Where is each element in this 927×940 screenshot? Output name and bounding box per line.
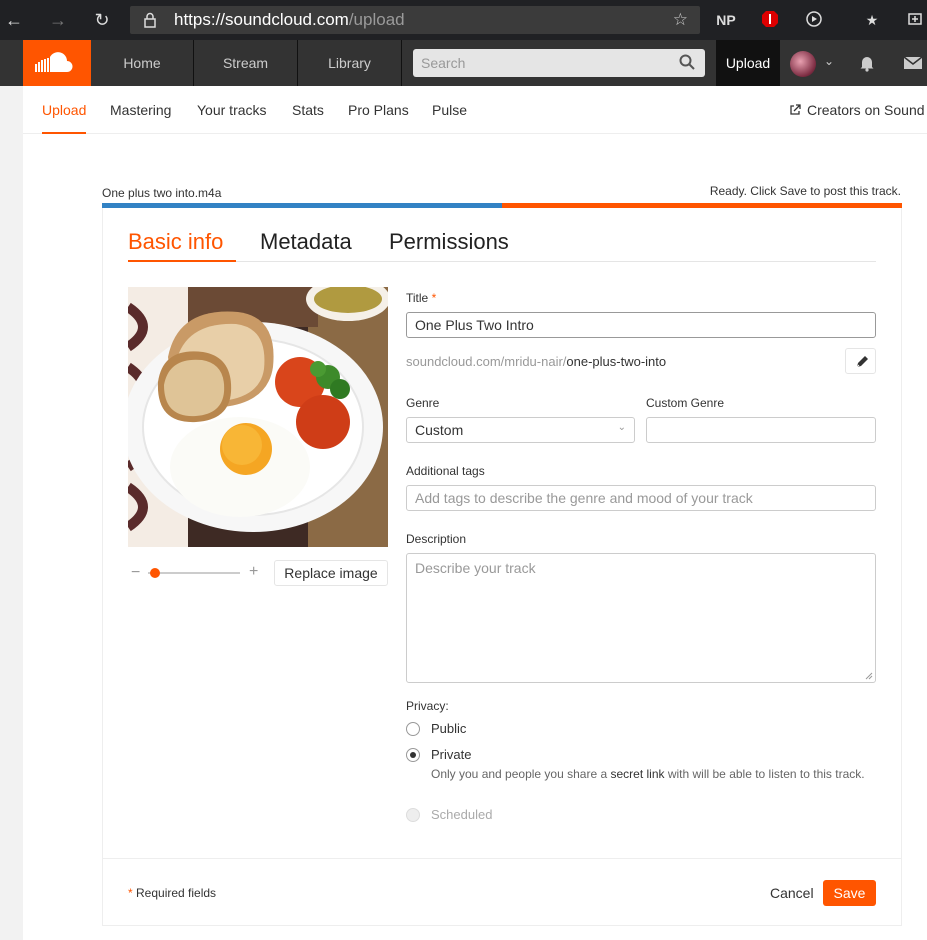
upload-subnav: Upload Mastering Your tracks Stats Pro P… — [23, 86, 927, 134]
description-placeholder: Describe your track — [415, 560, 536, 576]
privacy-public-label[interactable]: Public — [431, 721, 466, 736]
tags-placeholder: Add tags to describe the genre and mood … — [415, 490, 753, 506]
mail-icon[interactable] — [903, 55, 923, 71]
tab-metadata[interactable]: Metadata — [260, 229, 352, 255]
nav-library[interactable]: Library — [298, 40, 402, 86]
bookmark-star-icon[interactable]: ☆ — [673, 10, 688, 30]
address-bar[interactable]: https://soundcloud.com/upload ☆ — [130, 6, 700, 34]
search-icon[interactable] — [679, 54, 695, 70]
media-extension-icon[interactable] — [804, 10, 824, 30]
edit-permalink-button[interactable] — [845, 348, 876, 374]
zoom-slider-handle[interactable] — [150, 568, 160, 578]
subnav-your-tracks[interactable]: Your tracks — [197, 102, 267, 118]
tab-permissions[interactable]: Permissions — [389, 229, 509, 255]
upload-button[interactable]: Upload — [716, 40, 780, 86]
search-placeholder: Search — [421, 55, 466, 71]
chevron-down-icon: ⌄ — [617, 422, 626, 433]
privacy-note-text-2: with will be able to listen to this trac… — [664, 767, 865, 781]
lock-icon — [144, 12, 156, 28]
title-input[interactable]: One Plus Two Intro — [406, 312, 876, 338]
creators-link-label: Creators on Sound — [807, 102, 925, 118]
genre-select[interactable]: Custom ⌄ — [406, 417, 635, 443]
zoom-slider[interactable] — [148, 572, 240, 574]
permalink-slug[interactable]: one-plus-two-into — [566, 354, 666, 369]
required-fields-text: Required fields — [136, 886, 217, 900]
required-asterisk: * — [431, 291, 437, 305]
footer-divider — [102, 858, 902, 859]
track-artwork-image — [128, 287, 388, 547]
browser-toolbar: ← → ↻ https://soundcloud.com/upload ☆ NP… — [0, 0, 927, 40]
privacy-public-radio[interactable] — [406, 722, 420, 736]
privacy-label: Privacy: — [406, 699, 449, 713]
url-base: https://soundcloud.com — [174, 10, 349, 29]
url-path: /upload — [348, 10, 405, 29]
genre-label: Genre — [406, 396, 440, 410]
replace-image-button[interactable]: Replace image — [274, 560, 388, 586]
subnav-pro-plans[interactable]: Pro Plans — [348, 102, 409, 118]
tags-label: Additional tags — [406, 464, 485, 478]
np-extension-icon[interactable]: NP — [716, 10, 736, 30]
subnav-mastering[interactable]: Mastering — [110, 102, 171, 118]
subnav-upload[interactable]: Upload — [42, 102, 86, 118]
nav-home[interactable]: Home — [91, 40, 194, 86]
title-label: Title * — [406, 291, 436, 305]
resize-grip-icon[interactable] — [865, 672, 873, 680]
bell-icon[interactable] — [858, 54, 876, 72]
save-button[interactable]: Save — [823, 880, 876, 906]
avatar[interactable] — [790, 51, 816, 77]
tags-input[interactable]: Add tags to describe the genre and mood … — [406, 485, 876, 511]
privacy-scheduled-radio — [406, 808, 420, 822]
search-input[interactable]: Search — [413, 49, 705, 77]
privacy-note: Only you and people you share a secret l… — [431, 768, 881, 781]
creators-link[interactable]: Creators on Sound — [789, 102, 925, 118]
chevron-down-icon[interactable]: ⌄ — [824, 54, 834, 68]
adblock-icon[interactable] — [760, 10, 780, 30]
zoom-out-icon[interactable]: − — [131, 564, 140, 582]
description-label: Description — [406, 532, 467, 546]
tab-basic-info[interactable]: Basic info — [128, 229, 223, 255]
custom-genre-input[interactable] — [646, 417, 876, 443]
nav-stream[interactable]: Stream — [194, 40, 298, 86]
collections-icon[interactable] — [905, 10, 925, 30]
pencil-icon — [856, 356, 868, 368]
zoom-in-icon[interactable]: + — [249, 563, 258, 581]
favorites-icon[interactable]: ★ — [862, 10, 882, 30]
subnav-pulse[interactable]: Pulse — [432, 102, 467, 118]
forward-icon[interactable]: → — [46, 8, 70, 32]
back-icon[interactable]: ← — [2, 8, 26, 32]
privacy-scheduled-label: Scheduled — [431, 807, 493, 822]
subnav-stats[interactable]: Stats — [292, 102, 324, 118]
required-asterisk: * — [128, 886, 133, 900]
required-fields-note: * Required fields — [128, 886, 216, 900]
secret-link-text: secret link — [610, 767, 665, 781]
external-link-icon — [790, 104, 801, 115]
genre-selected-value: Custom — [415, 422, 464, 438]
reload-icon[interactable]: ↻ — [90, 8, 114, 32]
upload-status: Ready. Click Save to post this track. — [709, 184, 901, 198]
privacy-note-text-1: Only you and people you share a — [431, 767, 611, 781]
permalink: soundcloud.com/mridu-nair/one-plus-two-i… — [406, 354, 666, 369]
soundcloud-logo[interactable] — [23, 40, 91, 86]
custom-genre-label: Custom Genre — [646, 396, 725, 410]
title-label-text: Title — [406, 291, 429, 305]
cancel-button[interactable]: Cancel — [770, 885, 814, 901]
active-tab-underline — [128, 260, 236, 262]
privacy-private-label[interactable]: Private — [431, 747, 471, 762]
privacy-private-radio[interactable] — [406, 748, 420, 762]
tabs-divider — [128, 261, 876, 262]
description-textarea[interactable]: Describe your track — [406, 553, 876, 683]
upload-file-name: One plus two into.m4a — [102, 186, 222, 200]
permalink-base: soundcloud.com/mridu-nair/ — [406, 354, 567, 369]
soundcloud-header: Home Stream Library Search Upload ⌄ — [0, 40, 927, 86]
